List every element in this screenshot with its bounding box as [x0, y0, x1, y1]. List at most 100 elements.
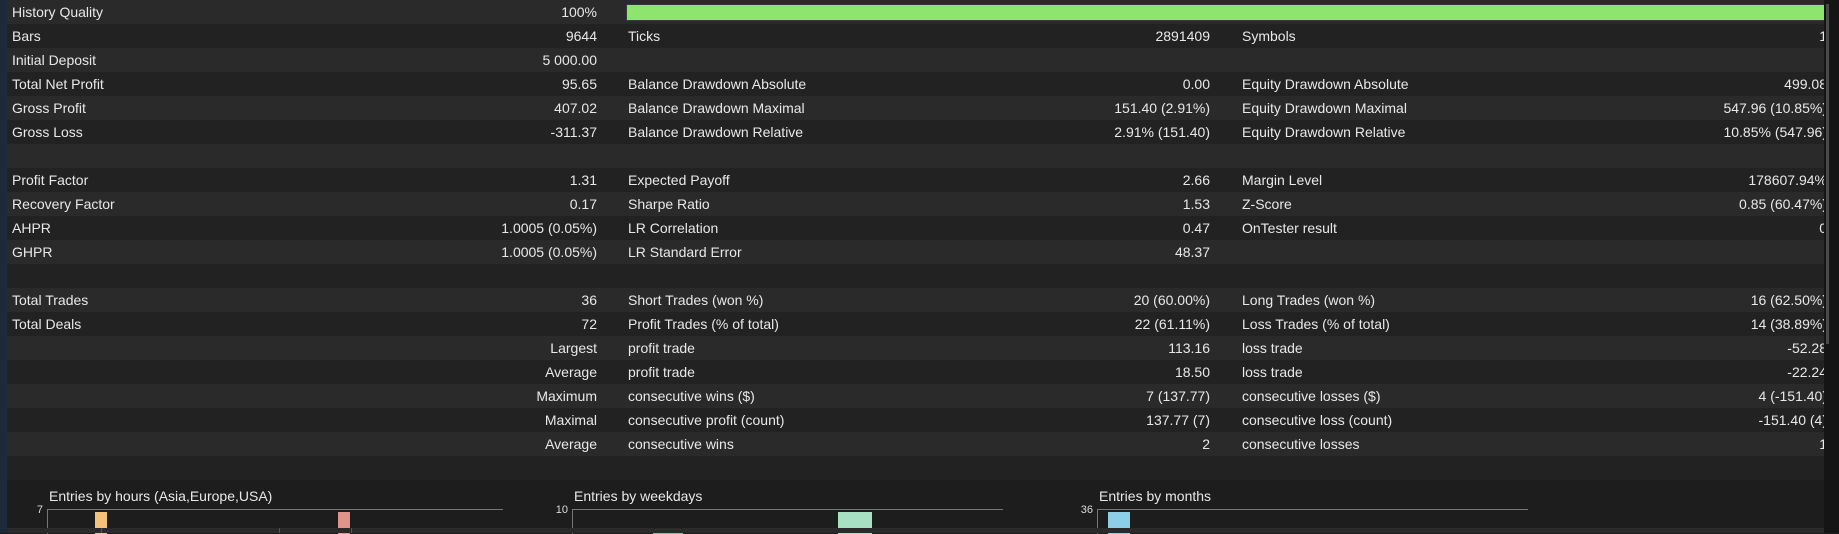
stats-label-1: Bars [12, 28, 41, 44]
stats-label-3: Long Trades (won %) [1242, 292, 1376, 308]
stats-value-1: Maximal [544, 412, 597, 428]
stats-label-2: Balance Drawdown Relative [628, 124, 804, 140]
stats-value-1: -311.37 [550, 124, 597, 140]
stats-label-3 [1242, 48, 1542, 72]
stats-value-3 [1527, 264, 1827, 288]
stats-row: GHPR 1.0005 (0.05%) LR Standard Error 48.37 [7, 240, 1824, 264]
vertical-scrollbar-thumb[interactable] [1826, 4, 1829, 344]
stats-row: Profit Factor 1.31 Expected Payoff 2.66 Marg… [7, 168, 1827, 192]
stats-label-1: AHPR [12, 220, 51, 236]
stats-label-3: Symbols [1242, 28, 1296, 44]
stats-label-2: consecutive wins ($) [628, 388, 755, 404]
stats-value-2: 2 [1202, 436, 1210, 452]
stats-value-1: 36 [581, 292, 597, 308]
stats-label-2: Sharpe Ratio [628, 196, 710, 212]
report-table: History Quality 100% Bars 9644 Ticks 289140… [7, 0, 1835, 480]
stats-value-2 [912, 144, 1210, 168]
stats-label-1: Total Trades [12, 292, 89, 308]
stats-label-1 [12, 264, 452, 288]
stats-value-3 [1527, 48, 1827, 72]
stats-value-3: 4 (-151.40) [1758, 388, 1827, 404]
chart-y-max-label: 7 [36, 504, 43, 516]
stats-label-1 [12, 360, 452, 384]
stats-value-3: -52.28 [1787, 340, 1827, 356]
stats-row: Average consecutive wins 2 consecutive loss… [7, 432, 1827, 456]
stats-value-1 [447, 144, 597, 168]
stats-value-3 [1527, 240, 1827, 264]
stats-row: Total Deals 72 Profit Trades (% of total) 2… [7, 312, 1827, 336]
stats-value-1: 9644 [565, 28, 597, 44]
stats-value-1: Largest [550, 340, 597, 356]
stats-value-2: 113.16 [1168, 340, 1210, 356]
chart-y-max-label: 10 [555, 504, 568, 516]
entries-charts: Entries by hours (Asia,Europe,USA) 7 Entri… [7, 482, 1824, 534]
stats-label-2 [628, 48, 928, 72]
stats-label-3: Loss Trades (% of total) [1242, 316, 1390, 332]
stats-value-2: 0.47 [1182, 220, 1210, 236]
stats-row: Maximum consecutive wins ($) 7 (137.77) con… [7, 384, 1827, 408]
stats-label-2: Ticks [628, 28, 661, 44]
stats-row [7, 456, 1824, 480]
stats-value-2: 7 (137.77) [1146, 388, 1210, 404]
stats-value-1: 1.0005 (0.05%) [501, 220, 597, 236]
stats-label-2: profit trade [628, 340, 695, 356]
stats-label-3: loss trade [1242, 364, 1303, 380]
stats-value-1: 407.02 [554, 100, 597, 116]
stats-value-1: 95.65 [561, 76, 597, 92]
stats-value-3: 547.96 (10.85%) [1723, 100, 1827, 116]
stats-value-2: 20 (60.00%) [1133, 292, 1210, 308]
stats-label-2: Profit Trades (% of total) [628, 316, 779, 332]
stats-value-1: Average [545, 436, 597, 452]
stats-label-1 [12, 432, 452, 456]
stats-label-2 [628, 456, 928, 480]
stats-row: Average profit trade 18.50 loss trade -22.24 [7, 360, 1827, 384]
stats-row [7, 264, 1824, 288]
stats-label-1: Total Deals [12, 316, 82, 332]
stats-label-2: Balance Drawdown Absolute [628, 76, 807, 92]
stats-value-1: 0.17 [569, 196, 597, 212]
stats-label-1: Total Net Profit [12, 76, 104, 92]
stats-value-3: 14 (38.89%) [1750, 316, 1827, 332]
tester-report: History Quality 100% Bars 9644 Ticks 289140… [0, 0, 1839, 534]
stats-label-3: Margin Level [1242, 172, 1323, 188]
stats-row: Total Net Profit 95.65 Balance Drawdown Ab… [7, 72, 1827, 96]
stats-row: Bars 9644 Ticks 2891409 Symbols 1 [7, 24, 1827, 48]
chart-title: Entries by hours (Asia,Europe,USA) [49, 488, 273, 504]
stats-label-1: Initial Deposit [12, 52, 97, 68]
stats-value-3: 1 [1527, 432, 1827, 456]
stats-value-3: -151.40 (4) [1758, 412, 1827, 428]
stats-value-3: 499.08 [1784, 76, 1827, 92]
stats-label-3 [1242, 264, 1542, 288]
stats-label-1 [12, 456, 452, 480]
stats-label-3: Equity Drawdown Maximal [1242, 100, 1407, 116]
history-quality-value: 100% [561, 4, 597, 20]
stats-label-3: Z-Score [1242, 196, 1292, 212]
stats-label-2 [628, 144, 928, 168]
stats-label-2: Balance Drawdown Maximal [628, 100, 805, 116]
stats-value-2: 48.37 [1174, 244, 1210, 260]
stats-value-2: 2.91% (151.40) [1114, 124, 1210, 140]
stats-label-2: LR Correlation [628, 220, 719, 236]
stats-label-1: Profit Factor [12, 172, 89, 188]
stats-value-3: 0.85 (60.47%) [1739, 196, 1827, 212]
stats-value-1: 1.31 [569, 172, 597, 188]
stats-value-1 [447, 456, 597, 480]
stats-label-3 [1242, 144, 1542, 168]
stats-value-2: 1.53 [1182, 196, 1210, 212]
stats-value-2: 137.77 (7) [1146, 412, 1210, 428]
stats-label-2: consecutive wins [628, 436, 734, 452]
stats-label-3: consecutive losses [1242, 436, 1360, 452]
entries-chart: Entries by hours (Asia,Europe,USA) 7 [7, 482, 517, 534]
stats-row: Recovery Factor 0.17 Sharpe Ratio 1.53 Z-Sco… [7, 192, 1827, 216]
entries-chart: Entries by months 36 [1057, 482, 1537, 534]
entries-chart: Entries by weekdays 10 [532, 482, 1012, 534]
stats-label-3: Equity Drawdown Absolute [1242, 76, 1409, 92]
stats-value-2: 0.00 [1182, 76, 1210, 92]
bottom-scroll-strip[interactable] [7, 528, 1824, 533]
stats-label-3: Equity Drawdown Relative [1242, 124, 1406, 140]
stats-label-2: Short Trades (won %) [628, 292, 764, 308]
stats-label-3: consecutive loss (count) [1242, 412, 1393, 428]
stats-value-1: 1.0005 (0.05%) [501, 244, 597, 260]
stats-value-2: 22 (61.11%) [1134, 316, 1210, 332]
stats-label-1 [12, 408, 452, 432]
